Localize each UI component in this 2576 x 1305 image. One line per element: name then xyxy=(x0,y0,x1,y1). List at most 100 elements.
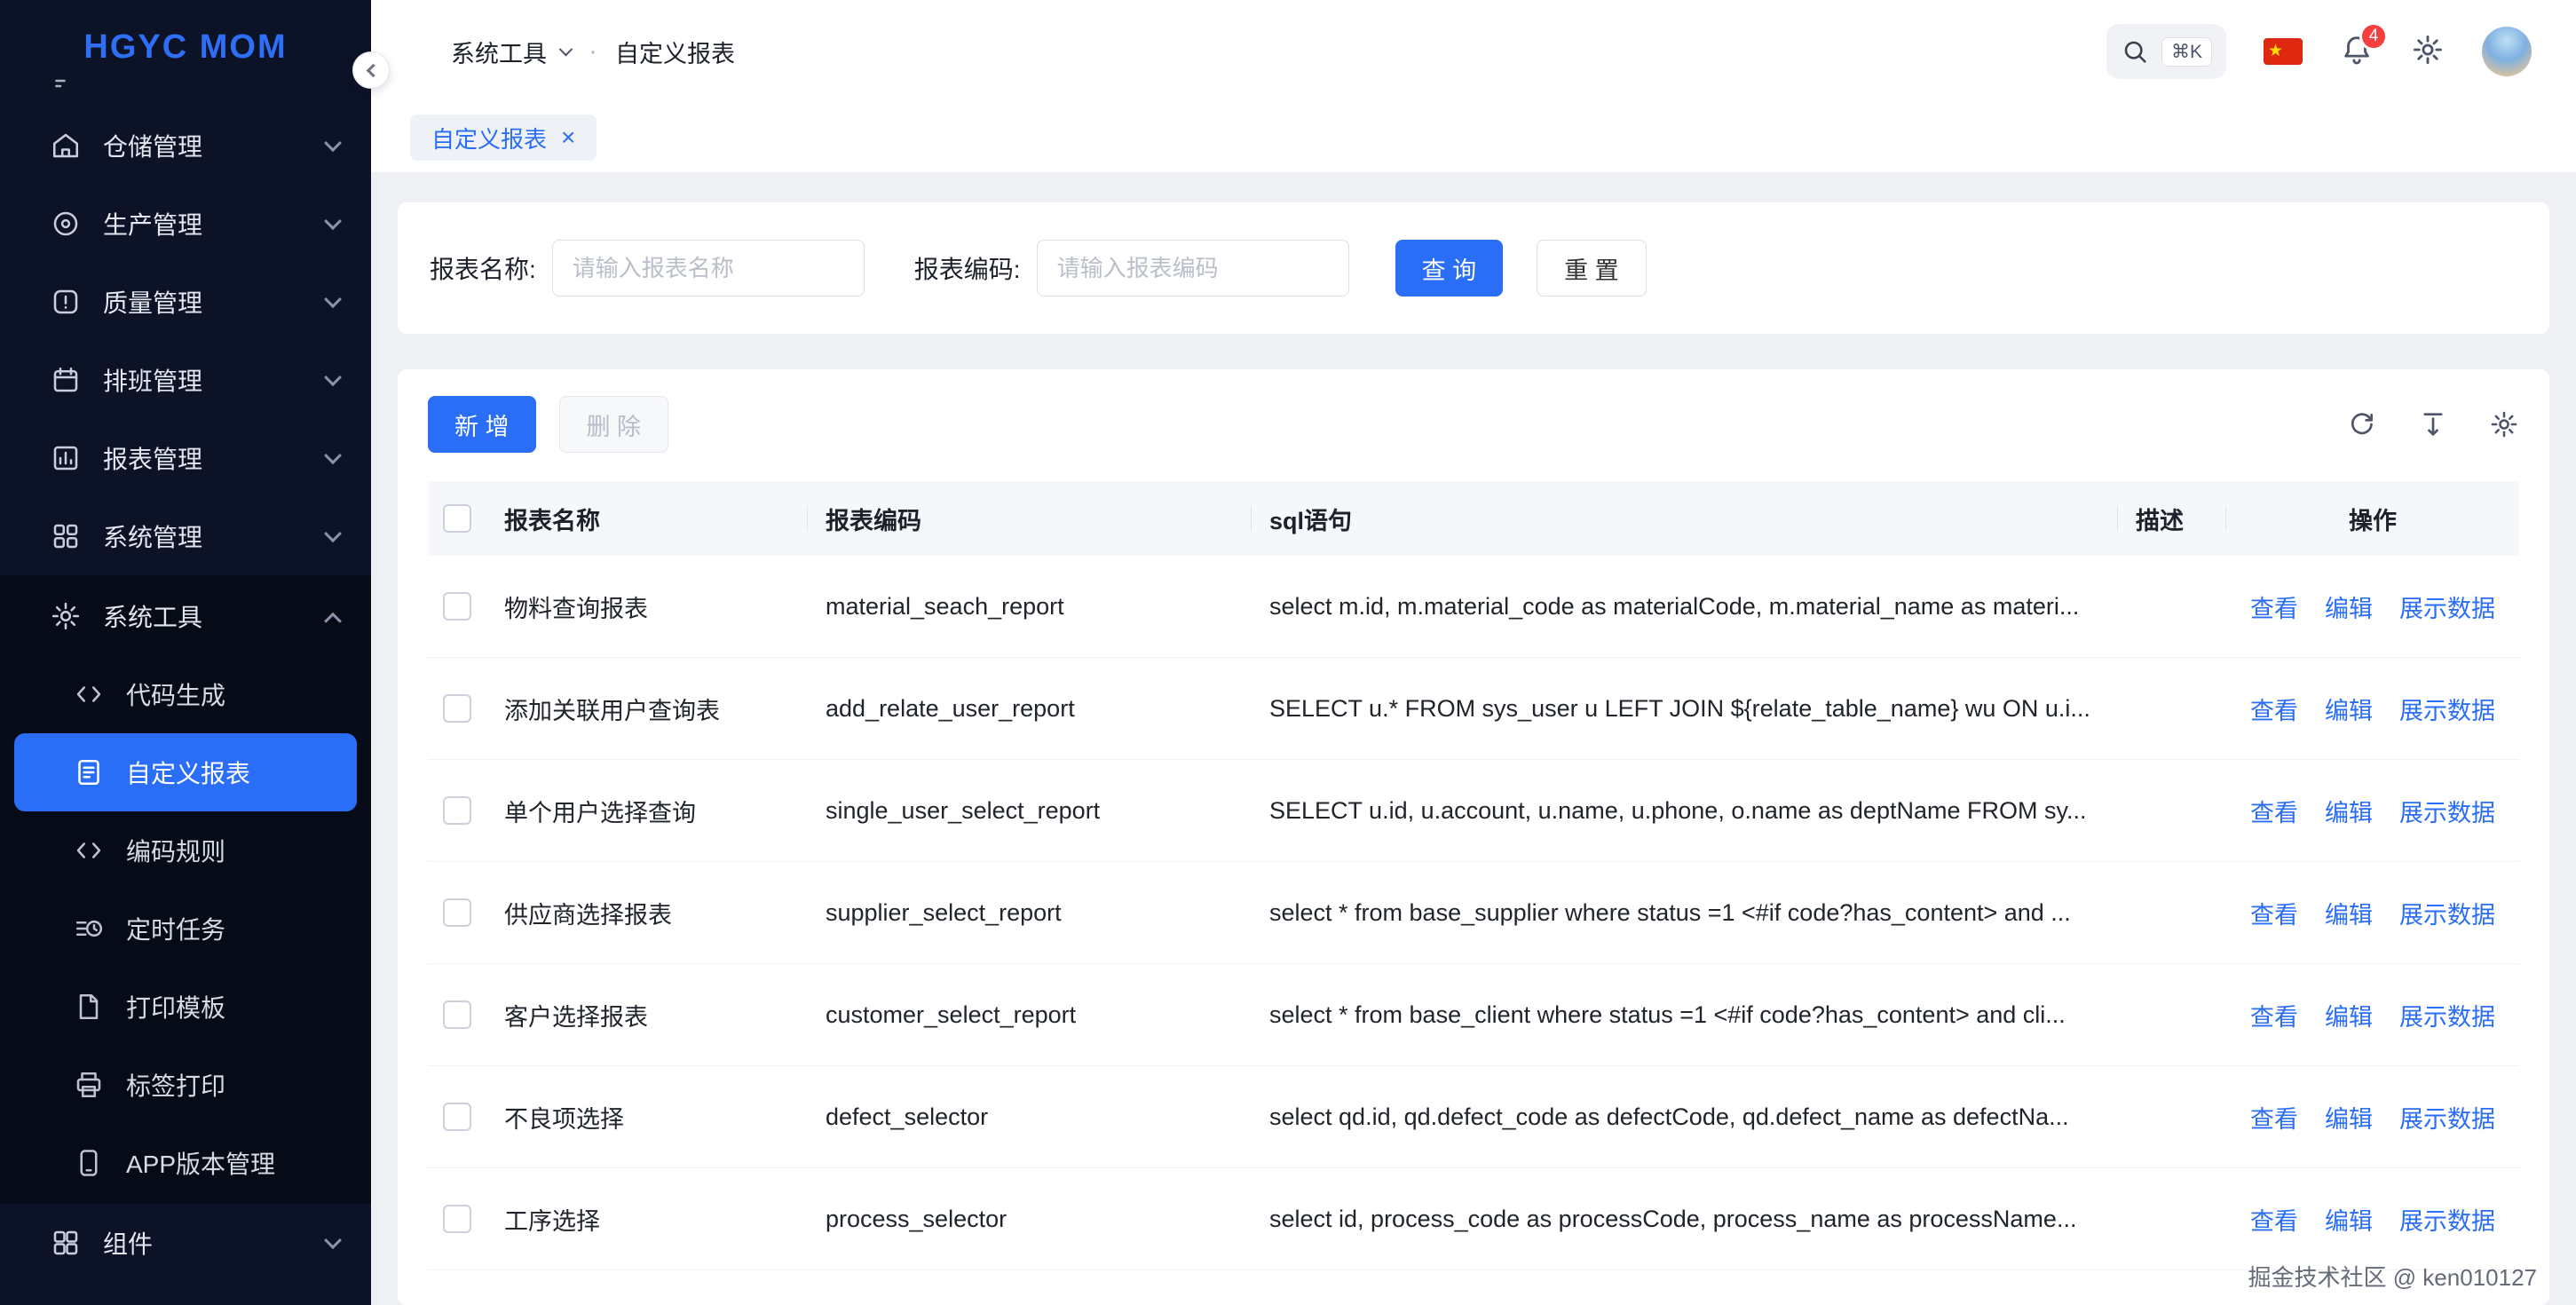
sidebar-item-label-print[interactable]: 标签打印 xyxy=(14,1046,357,1124)
sidebar-item-report[interactable]: 报表管理 xyxy=(0,419,371,497)
report-code: customer_select_report xyxy=(808,1001,1252,1029)
view-link[interactable]: 查看 xyxy=(2250,896,2298,930)
sidebar-item-label: 定时任务 xyxy=(126,911,225,946)
table-row: 供应商选择报表 supplier_select_report select * … xyxy=(428,862,2519,964)
sidebar-item-label: 自定义报表 xyxy=(126,755,250,790)
view-link[interactable]: 查看 xyxy=(2250,692,2298,726)
report-code-input[interactable] xyxy=(1037,240,1349,297)
add-button[interactable]: 新 增 xyxy=(428,396,536,453)
gear-icon xyxy=(50,600,82,632)
edit-link[interactable]: 编辑 xyxy=(2325,896,2373,930)
column-header-desc: 描述 xyxy=(2118,481,2226,556)
row-actions: 查看 编辑 展示数据 xyxy=(2226,1202,2519,1237)
sidebar-group-system-tools: 系统工具 代码生成 自定义报表 xyxy=(0,575,371,1204)
delete-button[interactable]: 删 除 xyxy=(559,396,669,453)
report-name: 单个用户选择查询 xyxy=(486,794,808,828)
sidebar-item-label: 系统工具 xyxy=(103,598,305,634)
table-row: 客户选择报表 customer_select_report select * f… xyxy=(428,964,2519,1066)
row-checkbox[interactable] xyxy=(443,796,471,825)
column-header-code: 报表编码 xyxy=(808,481,1252,556)
sidebar-item-system-tools[interactable]: 系统工具 xyxy=(0,577,371,655)
report-sql: select qd.id, qd.defect_code as defectCo… xyxy=(1252,1103,2118,1131)
edit-link[interactable]: 编辑 xyxy=(2325,998,2373,1032)
chevron-down-icon xyxy=(324,447,342,464)
column-header-sql: sql语句 xyxy=(1252,481,2118,556)
show-data-link[interactable]: 展示数据 xyxy=(2399,1100,2495,1135)
printer-icon xyxy=(73,1069,105,1101)
show-data-link[interactable]: 展示数据 xyxy=(2399,998,2495,1032)
show-data-link[interactable]: 展示数据 xyxy=(2399,589,2495,624)
sidebar-item-coding-rules[interactable]: 编码规则 xyxy=(14,811,357,890)
row-checkbox-cell xyxy=(428,694,486,723)
row-checkbox[interactable] xyxy=(443,898,471,927)
row-checkbox[interactable] xyxy=(443,1103,471,1131)
reset-button[interactable]: 重 置 xyxy=(1537,240,1647,297)
show-data-link[interactable]: 展示数据 xyxy=(2399,896,2495,930)
breadcrumb-parent[interactable]: 系统工具 xyxy=(451,35,547,69)
clipped-icon xyxy=(50,78,82,96)
view-link[interactable]: 查看 xyxy=(2250,794,2298,828)
sidebar-item-production[interactable]: 生产管理 xyxy=(0,185,371,263)
edit-link[interactable]: 编辑 xyxy=(2325,692,2373,726)
table-panel: 新 增 删 除 报表名称 报表编码 sql语句 描述 操作 xyxy=(398,369,2549,1305)
row-checkbox[interactable] xyxy=(443,1205,471,1233)
show-data-link[interactable]: 展示数据 xyxy=(2399,692,2495,726)
breadcrumb-separator: · xyxy=(585,36,601,67)
sidebar-item-warehouse[interactable]: 仓储管理 xyxy=(0,107,371,185)
refresh-icon[interactable] xyxy=(2347,409,2377,439)
language-flag-icon[interactable] xyxy=(2264,38,2303,65)
report-code: material_seach_report xyxy=(808,593,1252,621)
edit-link[interactable]: 编辑 xyxy=(2325,1100,2373,1135)
view-link[interactable]: 查看 xyxy=(2250,589,2298,624)
app-root: HGYC MOM 仓储管理 生产管理 xyxy=(0,0,2576,1305)
view-link[interactable]: 查看 xyxy=(2250,998,2298,1032)
export-icon[interactable] xyxy=(2418,409,2448,439)
show-data-link[interactable]: 展示数据 xyxy=(2399,1202,2495,1237)
sidebar-item-system[interactable]: 系统管理 xyxy=(0,497,371,575)
table-row: 单个用户选择查询 single_user_select_report SELEC… xyxy=(428,760,2519,862)
report-name: 供应商选择报表 xyxy=(486,896,808,930)
column-settings-icon[interactable] xyxy=(2489,409,2519,439)
avatar[interactable] xyxy=(2482,27,2532,76)
sidebar-item-app-version[interactable]: APP版本管理 xyxy=(14,1124,357,1202)
sidebar-item-label: 生产管理 xyxy=(103,206,305,241)
sidebar-collapse-button[interactable] xyxy=(352,51,390,89)
sidebar-item-components[interactable]: 组件 xyxy=(0,1204,371,1282)
chevron-down-icon xyxy=(324,525,342,542)
edit-link[interactable]: 编辑 xyxy=(2325,1202,2373,1237)
edit-link[interactable]: 编辑 xyxy=(2325,589,2373,624)
sidebar-item-custom-report[interactable]: 自定义报表 xyxy=(14,733,357,811)
sidebar-item-print-template[interactable]: 打印模板 xyxy=(14,968,357,1046)
sidebar-item-label: 编码规则 xyxy=(126,833,225,868)
sidebar-item-code-generation[interactable]: 代码生成 xyxy=(14,655,357,733)
sidebar-item-quality[interactable]: 质量管理 xyxy=(0,263,371,341)
report-name: 添加关联用户查询表 xyxy=(486,692,808,726)
grid-icon xyxy=(50,520,82,552)
show-data-link[interactable]: 展示数据 xyxy=(2399,794,2495,828)
sidebar-item-clipped xyxy=(50,78,82,96)
view-link[interactable]: 查看 xyxy=(2250,1100,2298,1135)
search-submit-button[interactable]: 查 询 xyxy=(1395,240,1504,297)
edit-link[interactable]: 编辑 xyxy=(2325,794,2373,828)
row-checkbox[interactable] xyxy=(443,694,471,723)
chevron-down-icon xyxy=(559,42,573,56)
disc-icon xyxy=(50,208,82,240)
report-name-input[interactable] xyxy=(552,240,865,297)
row-actions: 查看 编辑 展示数据 xyxy=(2226,1100,2519,1135)
notifications-button[interactable]: 4 xyxy=(2340,33,2374,71)
row-checkbox[interactable] xyxy=(443,592,471,621)
tab-custom-report[interactable]: 自定义报表 × xyxy=(410,115,597,161)
sidebar-item-scheduling[interactable]: 排班管理 xyxy=(0,341,371,419)
sidebar-item-label: 组件 xyxy=(103,1225,305,1261)
tab-bar: 自定义报表 × xyxy=(371,103,2576,172)
search-button[interactable]: ⌘K xyxy=(2106,24,2226,79)
close-icon[interactable]: × xyxy=(561,125,575,150)
row-checkbox-cell xyxy=(428,1000,486,1029)
row-checkbox[interactable] xyxy=(443,1000,471,1029)
view-link[interactable]: 查看 xyxy=(2250,1202,2298,1237)
select-all-checkbox[interactable] xyxy=(443,504,471,533)
sidebar-item-label: 代码生成 xyxy=(126,676,225,712)
sidebar-item-scheduled-tasks[interactable]: 定时任务 xyxy=(14,890,357,968)
settings-button[interactable] xyxy=(2411,33,2445,71)
chart-icon xyxy=(50,442,82,474)
